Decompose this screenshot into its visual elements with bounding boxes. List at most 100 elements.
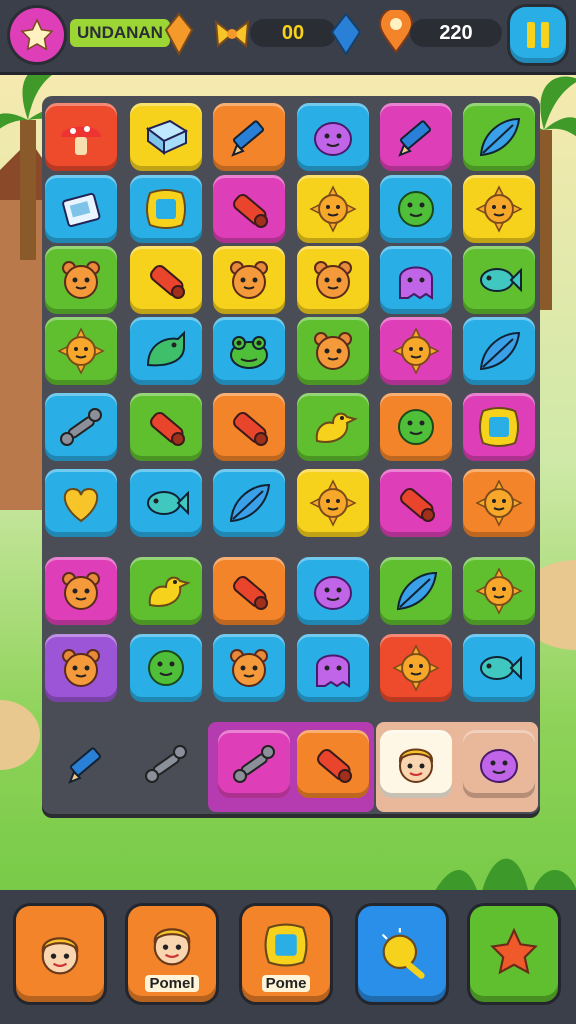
frame-icon — [479, 407, 519, 447]
tile-r8-c6[interactable] — [463, 634, 535, 702]
hint-button[interactable] — [358, 906, 446, 1002]
leaf-icon — [479, 331, 521, 371]
tile-r7-c5[interactable] — [380, 557, 452, 625]
leaf-icon — [479, 117, 521, 157]
tile-r5-c4[interactable] — [297, 393, 369, 461]
bear-icon — [230, 261, 268, 299]
tile-r7-c3[interactable] — [213, 557, 285, 625]
tile-r1-c4[interactable] — [297, 103, 369, 171]
leaf-icon — [396, 571, 438, 611]
tile-r8-c5[interactable] — [380, 634, 452, 702]
tile-r1-c2[interactable] — [130, 103, 202, 171]
tile-r1-c3[interactable] — [213, 103, 285, 171]
tile-r5-c2[interactable] — [130, 393, 202, 461]
tile-r8-c2[interactable] — [130, 634, 202, 702]
blob-icon — [314, 122, 352, 156]
fish-icon — [480, 267, 522, 293]
heart-icon — [63, 487, 99, 523]
pencil-icon — [68, 747, 102, 784]
face-icon — [41, 937, 79, 975]
tile-r2-c2[interactable] — [130, 175, 202, 243]
score-counter: 220 — [410, 19, 502, 47]
tile-r4-c2[interactable] — [130, 317, 202, 385]
pencil-icon — [398, 120, 432, 157]
pause-button[interactable] — [510, 7, 566, 63]
tile-r3-c4[interactable] — [297, 246, 369, 314]
star-boost-button[interactable] — [470, 906, 558, 1002]
tile-r3-c5[interactable] — [380, 246, 452, 314]
boost-pomel-button[interactable]: Pomel — [128, 906, 216, 1002]
duck-icon — [148, 576, 191, 607]
level-name-label: UNDANAN — [70, 19, 170, 47]
tile-r4-c4[interactable] — [297, 317, 369, 385]
tile-r7-c1[interactable] — [45, 557, 117, 625]
crayon-icon — [317, 749, 352, 783]
tile-r2-c1[interactable] — [45, 175, 117, 243]
tile-r6-c5[interactable] — [380, 469, 452, 537]
blob-icon — [480, 749, 518, 783]
tile-r8-c4[interactable] — [297, 634, 369, 702]
ghost-icon — [316, 654, 350, 688]
tile-r2-c6[interactable] — [463, 175, 535, 243]
tile-r3-c2[interactable] — [130, 246, 202, 314]
tile-r8-c3[interactable] — [213, 634, 285, 702]
tile-r3-c6[interactable] — [463, 246, 535, 314]
bow-icon — [214, 19, 250, 49]
duck-icon — [315, 412, 358, 443]
tile-r6-c4[interactable] — [297, 469, 369, 537]
star-icon — [490, 927, 538, 975]
crayon-icon — [233, 412, 268, 446]
star-menu-button[interactable] — [10, 8, 64, 62]
tile-r8-c1[interactable] — [45, 634, 117, 702]
tile-r4-c1[interactable] — [45, 317, 117, 385]
bear-icon — [62, 261, 100, 299]
tile-r3-c1[interactable] — [45, 246, 117, 314]
booster-label: Pome — [261, 974, 311, 992]
bush-decoration — [430, 858, 576, 900]
tile-r6-c6[interactable] — [463, 469, 535, 537]
tray-item-1[interactable] — [50, 730, 122, 798]
tray-item-4[interactable] — [297, 730, 369, 798]
tile-r5-c5[interactable] — [380, 393, 452, 461]
tile-r1-c5[interactable] — [380, 103, 452, 171]
tray-item-5[interactable] — [380, 730, 452, 798]
star-icon — [20, 18, 54, 51]
bear-icon — [314, 332, 352, 370]
tile-r2-c5[interactable] — [380, 175, 452, 243]
boost-pome-button[interactable]: Pome — [242, 906, 330, 1002]
tile-r7-c6[interactable] — [463, 557, 535, 625]
tile-r6-c3[interactable] — [213, 469, 285, 537]
tile-r5-c6[interactable] — [463, 393, 535, 461]
bear-icon — [314, 261, 352, 299]
tile-r5-c3[interactable] — [213, 393, 285, 461]
tile-r1-c6[interactable] — [463, 103, 535, 171]
sun-icon — [475, 479, 523, 527]
tray-item-2[interactable] — [130, 730, 202, 798]
tile-r5-c1[interactable] — [45, 393, 117, 461]
face-icon — [153, 927, 191, 965]
tile-r4-c5[interactable] — [380, 317, 452, 385]
tile-r2-c4[interactable] — [297, 175, 369, 243]
frame-icon — [264, 922, 308, 967]
tile-r6-c1[interactable] — [45, 469, 117, 537]
tile-r6-c2[interactable] — [130, 469, 202, 537]
bone-icon — [145, 745, 187, 783]
tile-r3-c3[interactable] — [213, 246, 285, 314]
tile-r4-c3[interactable] — [213, 317, 285, 385]
ghost-icon — [399, 266, 433, 300]
frame-icon — [146, 189, 186, 229]
boost-character-button[interactable] — [16, 906, 104, 1002]
tile-r1-c1[interactable] — [45, 103, 117, 171]
sun-icon — [475, 185, 523, 233]
bear-icon — [230, 649, 268, 687]
tile-r7-c4[interactable] — [297, 557, 369, 625]
pin-icon — [378, 10, 414, 54]
tray-item-6[interactable] — [463, 730, 535, 798]
tile-r7-c2[interactable] — [130, 557, 202, 625]
tray-item-3[interactable] — [218, 730, 290, 798]
pencil-icon — [231, 120, 265, 157]
tile-r4-c6[interactable] — [463, 317, 535, 385]
tile-r2-c3[interactable] — [213, 175, 285, 243]
dino-icon — [146, 330, 185, 367]
fish-icon — [147, 490, 189, 516]
